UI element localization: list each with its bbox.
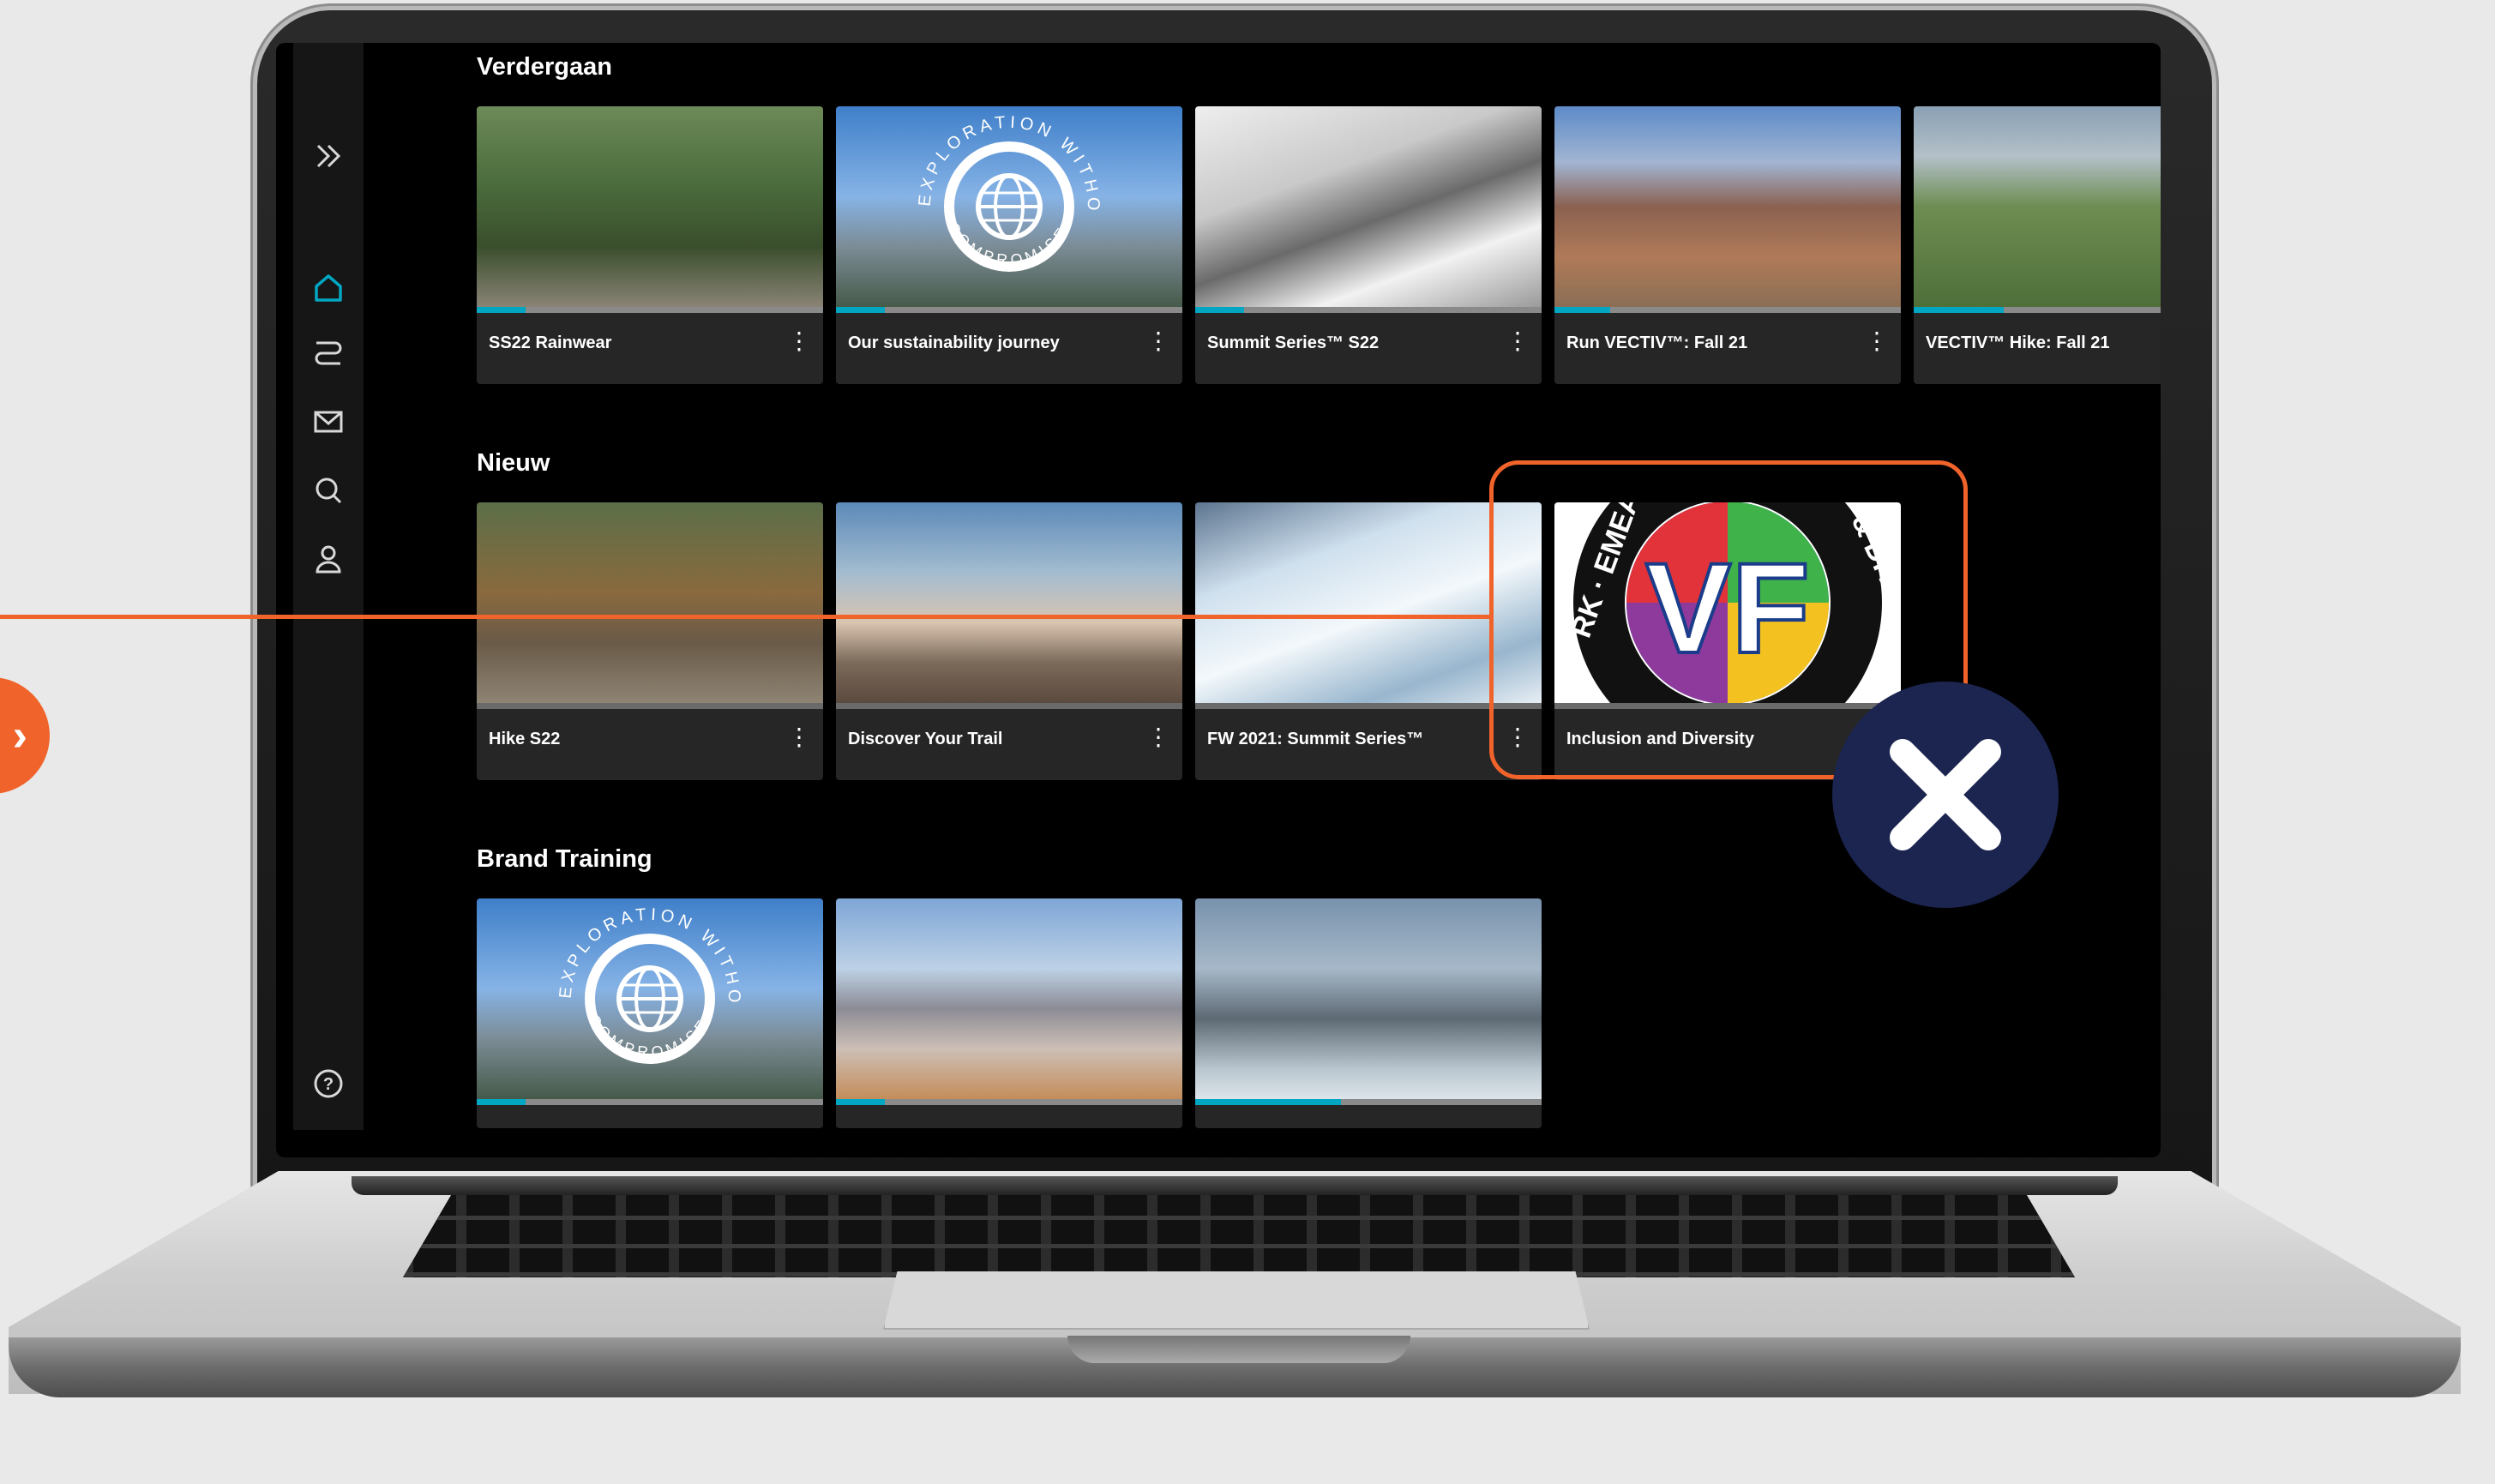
laptop-notch — [1067, 1336, 1410, 1363]
course-thumbnail — [836, 898, 1182, 1099]
course-card[interactable]: SS22 Rainwear ⋮ — [477, 106, 823, 384]
laptop-hinge — [352, 1176, 2118, 1195]
highlight-connector-line — [0, 615, 1492, 619]
row-title-verdergaan: Verdergaan — [477, 53, 612, 81]
card-title: Our sustainability journey — [848, 333, 1060, 352]
course-card[interactable]: VECTIV™ Hike: Fall 21 — [1914, 106, 2161, 384]
course-card[interactable]: Summit Series™ S22 ⋮ — [1195, 106, 1542, 384]
progress-bar — [1554, 307, 1610, 313]
sidebar: ? — [293, 43, 364, 1130]
help-icon[interactable]: ? — [308, 1063, 349, 1104]
course-card[interactable] — [836, 898, 1182, 1128]
svg-text:COMPROMISE: COMPROMISE — [944, 219, 1073, 269]
more-options-icon[interactable]: ⋮ — [1865, 326, 1889, 357]
course-card[interactable]: Hike S22 ⋮ — [477, 502, 823, 780]
trackpad — [883, 1271, 1590, 1330]
more-options-icon[interactable]: ⋮ — [787, 722, 811, 753]
svg-text:?: ? — [323, 1075, 334, 1094]
more-options-icon[interactable]: ⋮ — [1146, 722, 1170, 753]
progress-bar — [1195, 1099, 1341, 1105]
course-card[interactable]: EXPLORATION WITHOUT COMPROMISE Our susta… — [836, 106, 1182, 384]
row-title-nieuw: Nieuw — [477, 449, 550, 477]
close-icon — [1832, 682, 2059, 908]
more-options-icon[interactable]: ⋮ — [1146, 326, 1170, 357]
exploration-badge-icon: EXPLORATION WITHOUT COMPROMISE — [477, 898, 739, 1064]
profile-icon[interactable] — [308, 538, 349, 580]
expand-icon[interactable] — [308, 135, 349, 177]
course-thumbnail — [1195, 106, 1542, 307]
course-thumbnail — [477, 106, 823, 307]
card-title: Hike S22 — [489, 730, 561, 748]
course-card[interactable]: Run VECTIV™: Fall 21 ⋮ — [1554, 106, 1901, 384]
svg-text:COMPROMISE: COMPROMISE — [585, 1012, 713, 1061]
keyboard-rows — [403, 1192, 2075, 1277]
progress-bar — [477, 1099, 526, 1105]
card-title: SS22 Rainwear — [489, 333, 612, 352]
course-thumbnail — [1554, 106, 1901, 307]
more-options-icon[interactable]: ⋮ — [787, 326, 811, 357]
course-thumbnail — [1195, 898, 1542, 1099]
course-card[interactable]: Discover Your Trail ⋮ — [836, 502, 1182, 780]
search-icon[interactable] — [308, 470, 349, 511]
mail-icon[interactable] — [308, 401, 349, 442]
card-title: Run VECTIV™: Fall 21 — [1566, 333, 1748, 352]
progress-bar — [1914, 307, 2005, 313]
learning-path-icon[interactable] — [308, 333, 349, 374]
course-card[interactable]: EXPLORATION WITHOUT COMPROMISE — [477, 898, 823, 1128]
course-thumbnail — [836, 502, 1182, 703]
card-title: Summit Series™ S22 — [1207, 333, 1380, 352]
progress-bar — [477, 307, 526, 313]
row-title-brand-training: Brand Training — [477, 845, 652, 873]
progress-bar — [836, 307, 885, 313]
course-card[interactable] — [1195, 898, 1542, 1128]
course-thumbnail — [1914, 106, 2161, 307]
chevron-right-icon: › — [0, 677, 50, 794]
card-title: VECTIV™ Hike: Fall 21 — [1926, 333, 2110, 352]
progress-bar — [1195, 307, 1244, 313]
card-title: Discover Your Trail — [848, 730, 1003, 748]
progress-bar — [836, 1099, 885, 1105]
more-options-icon[interactable]: ⋮ — [1506, 326, 1530, 357]
course-thumbnail — [477, 502, 823, 703]
exploration-badge-icon: EXPLORATION WITHOUT COMPROMISE — [836, 106, 1098, 272]
card-title: FW 2021: Summit Series™ — [1207, 730, 1424, 748]
home-icon[interactable] — [308, 267, 349, 309]
